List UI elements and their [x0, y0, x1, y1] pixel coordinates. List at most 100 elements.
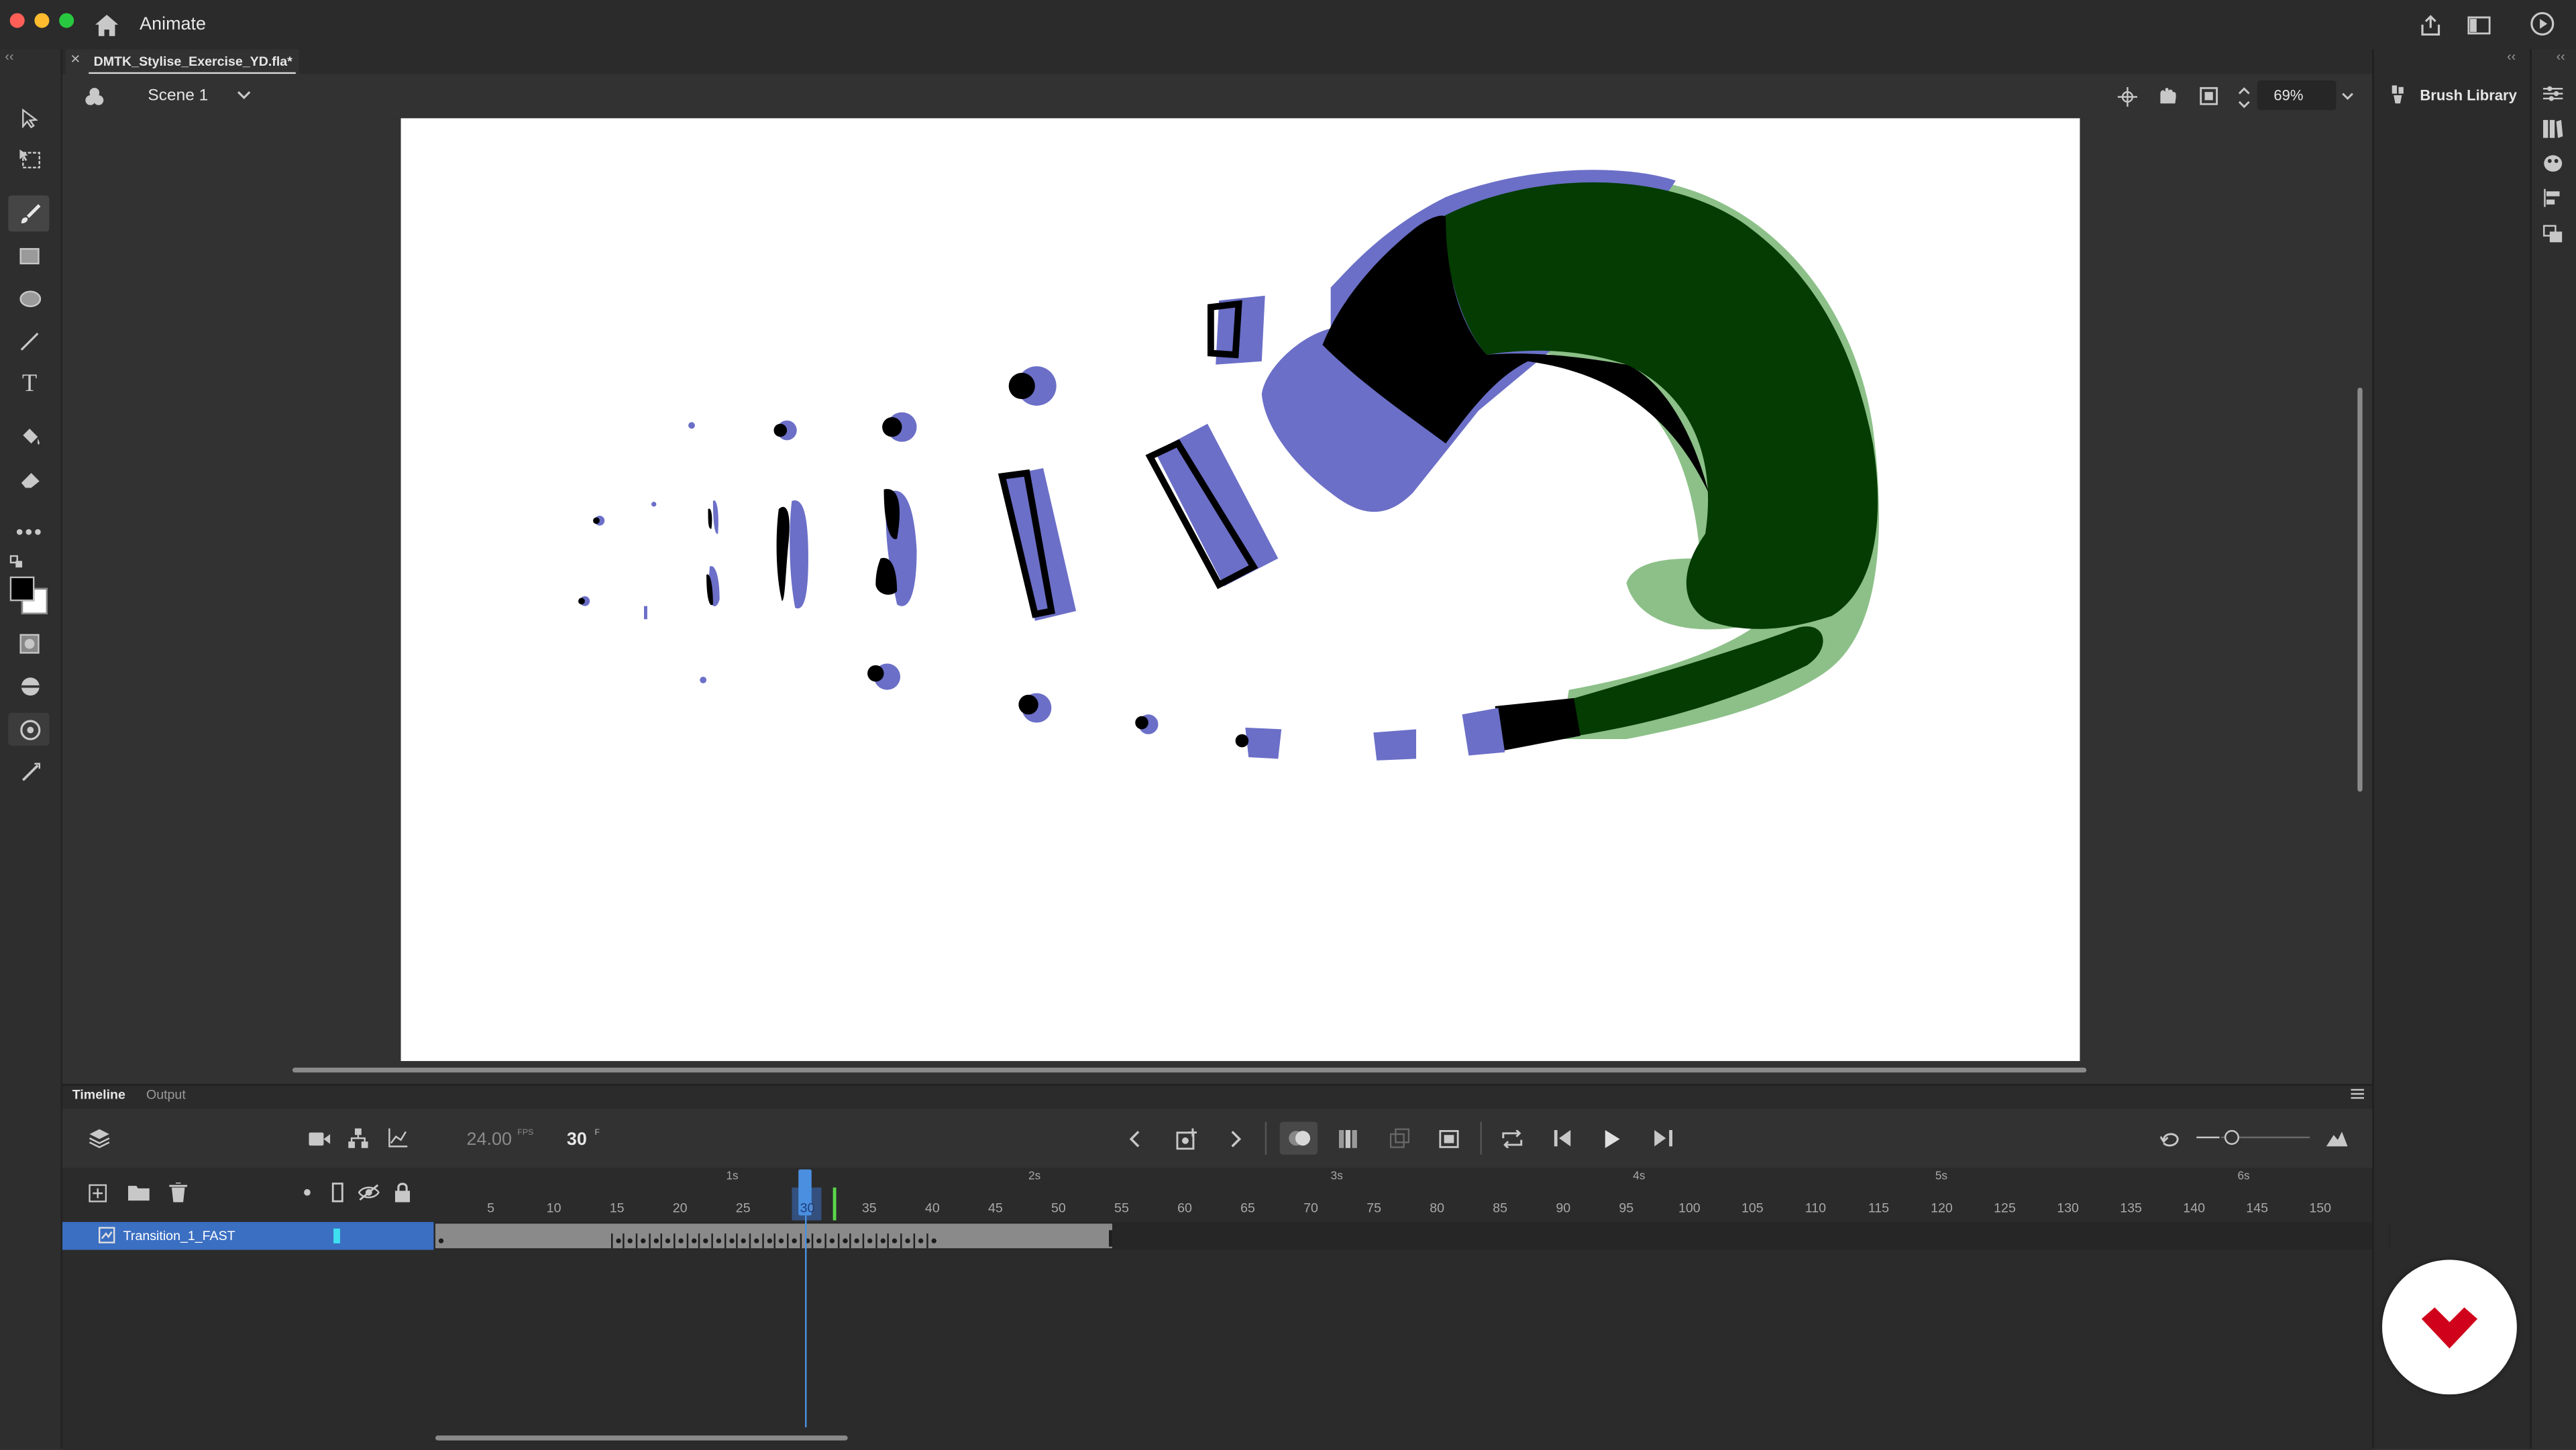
- edit-multiple-frames-icon[interactable]: [1387, 1125, 1413, 1152]
- collapse-panel-icon[interactable]: ‹‹: [2507, 49, 2516, 64]
- layer-color-indicator[interactable]: [333, 1228, 340, 1243]
- free-transform-tool-icon[interactable]: [15, 146, 44, 172]
- scene-dropdown-chevron-icon[interactable]: [233, 85, 253, 105]
- oval-tool-icon[interactable]: [15, 286, 44, 312]
- keyframe-dot[interactable]: [438, 1238, 444, 1243]
- properties-icon[interactable]: [2540, 82, 2566, 105]
- align-icon[interactable]: [2540, 186, 2566, 209]
- stage-canvas[interactable]: [400, 118, 2080, 1062]
- step-back-icon[interactable]: [1549, 1125, 1575, 1152]
- clip-content-icon[interactable]: [2196, 84, 2221, 109]
- window-minimize-button[interactable]: [34, 13, 50, 28]
- keyframe-boundary: [686, 1233, 688, 1249]
- step-forward-icon[interactable]: [1650, 1125, 1676, 1152]
- layer-name[interactable]: Transition_1_FAST: [123, 1229, 235, 1243]
- keyframe-boundary: [799, 1233, 802, 1249]
- frame-cell-divider: [1883, 1223, 1886, 1249]
- close-tab-icon[interactable]: ×: [70, 51, 80, 69]
- stroke-color-swatch[interactable]: [9, 576, 35, 602]
- fps-value[interactable]: 24.00: [467, 1130, 512, 1150]
- selection-tool-icon[interactable]: [15, 105, 44, 131]
- timeline-zoom-slider-thumb[interactable]: [2224, 1129, 2239, 1145]
- timeline-horizontal-scrollbar[interactable]: [435, 1435, 848, 1441]
- hide-layer-icon[interactable]: [355, 1181, 381, 1204]
- line-tool-icon[interactable]: [15, 329, 44, 355]
- snap-to-objects-icon[interactable]: [2114, 84, 2139, 109]
- frame-tick-label: 65: [1240, 1201, 1255, 1216]
- tab-output[interactable]: Output: [146, 1087, 186, 1102]
- edit-symbols-icon[interactable]: [80, 84, 107, 110]
- paint-bucket-tool-icon[interactable]: [15, 424, 44, 450]
- library-icon[interactable]: [2540, 117, 2566, 140]
- frame-loop-icon[interactable]: [1436, 1125, 1462, 1152]
- keyframe-dot[interactable]: [678, 1238, 684, 1243]
- animate-window: Animate ‹‹ T ••• × DMTK_Stylise_Exercise…: [0, 0, 2576, 1450]
- insert-keyframe-icon[interactable]: [1173, 1125, 1199, 1152]
- test-movie-play-icon[interactable]: [2528, 10, 2557, 38]
- timeline-zoom-minus[interactable]: [2196, 1136, 2220, 1139]
- delete-layer-icon[interactable]: [166, 1181, 189, 1204]
- share-icon[interactable]: [2416, 11, 2443, 38]
- frame-tick-label: 25: [735, 1201, 751, 1216]
- width-tool-icon[interactable]: [15, 673, 44, 700]
- brush-library-label[interactable]: Brush Library: [2420, 87, 2517, 103]
- layers-icon[interactable]: [85, 1125, 111, 1152]
- timeline-zoom-large-icon[interactable]: [2323, 1125, 2349, 1152]
- transform-panel-icon[interactable]: [2540, 222, 2566, 245]
- text-tool-icon[interactable]: T: [15, 371, 44, 397]
- swap-colors-icon[interactable]: [8, 553, 24, 568]
- rectangle-tool-icon[interactable]: [15, 243, 44, 269]
- stage-horizontal-scrollbar[interactable]: [292, 1067, 2087, 1073]
- keyframe-dot[interactable]: [754, 1238, 759, 1243]
- tab-timeline[interactable]: Timeline: [72, 1087, 125, 1102]
- current-frame-value[interactable]: 30: [567, 1130, 587, 1150]
- center-frame-icon[interactable]: [2157, 1125, 2184, 1152]
- highlight-layer-icon[interactable]: [301, 1186, 314, 1199]
- keyframe-dot[interactable]: [766, 1238, 772, 1243]
- frame-tick-label: 110: [1805, 1201, 1827, 1216]
- keyframe-dot[interactable]: [842, 1238, 848, 1243]
- keyframe-dot[interactable]: [918, 1238, 923, 1243]
- new-folder-icon[interactable]: [125, 1181, 151, 1204]
- layer-parenting-icon[interactable]: [345, 1125, 371, 1152]
- window-maximize-button[interactable]: [59, 13, 74, 28]
- previous-keyframe-icon[interactable]: [1122, 1125, 1145, 1152]
- outline-layer-icon[interactable]: [327, 1181, 346, 1204]
- new-layer-icon[interactable]: [85, 1181, 108, 1204]
- collapse-strip-icon[interactable]: ‹‹: [2557, 49, 2565, 64]
- keyframe-dot[interactable]: [691, 1238, 696, 1243]
- panel-menu-icon[interactable]: [2349, 1087, 2365, 1101]
- lock-layer-icon[interactable]: [391, 1181, 414, 1204]
- keyframe-dot[interactable]: [792, 1238, 797, 1243]
- timeline-divider-1: [1265, 1121, 1267, 1155]
- layer-row[interactable]: [62, 1222, 434, 1250]
- current-frame-label: 30: [800, 1201, 815, 1216]
- loop-playback-icon[interactable]: [1498, 1125, 1524, 1152]
- rotate-stage-icon[interactable]: [2155, 84, 2180, 109]
- frame-tick-label: 35: [861, 1201, 877, 1216]
- frame-tick-label: 95: [1619, 1201, 1634, 1216]
- eraser-tool-icon[interactable]: [15, 467, 44, 493]
- stage-vertical-scrollbar[interactable]: [2357, 387, 2363, 792]
- camera-icon[interactable]: [306, 1125, 332, 1152]
- keyframe-dot[interactable]: [729, 1238, 734, 1243]
- play-icon[interactable]: [1599, 1125, 1625, 1152]
- more-tools-icon[interactable]: •••: [15, 517, 44, 543]
- pressure-icon[interactable]: [15, 759, 44, 785]
- onion-skin-outlines-icon[interactable]: [1336, 1125, 1362, 1152]
- keyframe-dot[interactable]: [640, 1238, 646, 1243]
- frame-tick-label: 135: [2120, 1201, 2142, 1216]
- home-icon[interactable]: [94, 11, 120, 38]
- keyframe-dot[interactable]: [880, 1238, 885, 1243]
- frame-tick-label: 140: [2183, 1201, 2206, 1216]
- keyframe-dot[interactable]: [716, 1238, 721, 1243]
- zoom-dropdown-chevron-icon[interactable]: [2339, 87, 2355, 103]
- graph-editor-icon[interactable]: [384, 1125, 411, 1152]
- assets-icon[interactable]: [2540, 151, 2566, 174]
- zoom-stepper-icon[interactable]: [2236, 82, 2252, 111]
- collapse-tools-icon[interactable]: ‹‹: [5, 49, 13, 64]
- object-drawing-icon[interactable]: [15, 630, 44, 657]
- workspace-layout-icon[interactable]: [2466, 11, 2492, 38]
- window-close-button[interactable]: [9, 13, 25, 28]
- next-keyframe-icon[interactable]: [1224, 1125, 1246, 1152]
